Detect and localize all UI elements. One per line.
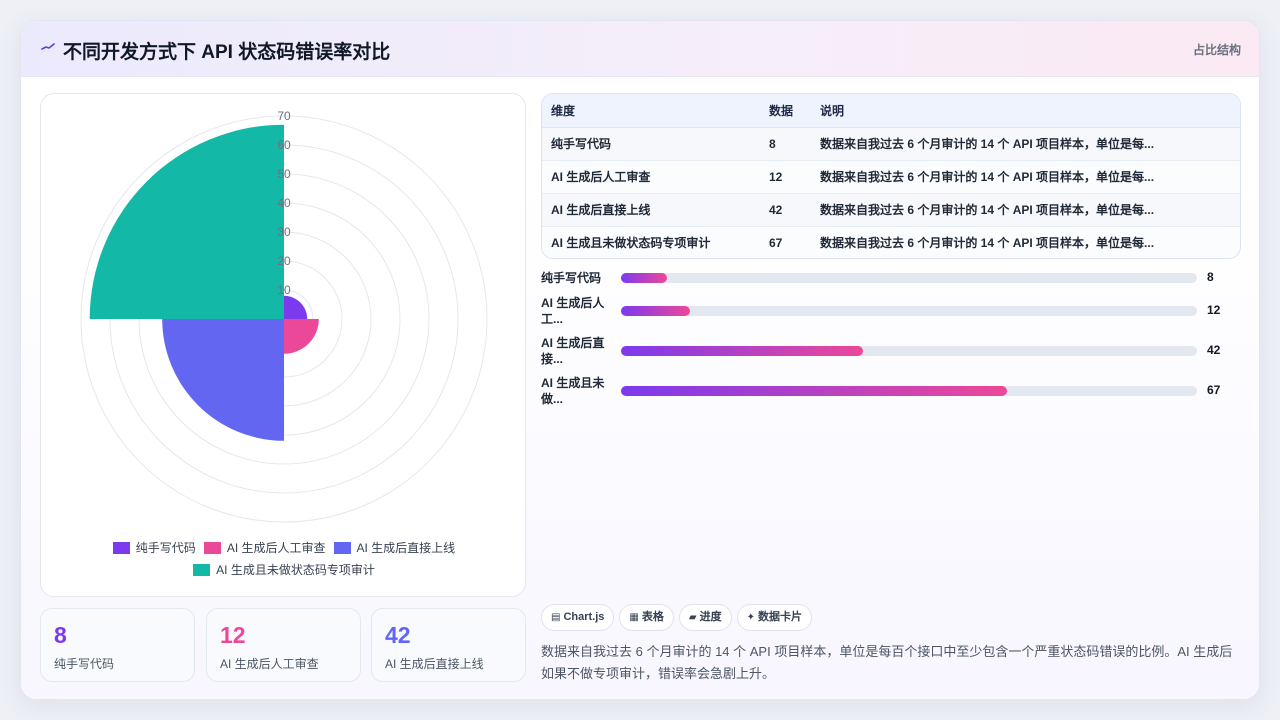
polar-area-chart[interactable]: 10 20 30 40 50 60 70 xyxy=(41,94,527,534)
legend-item[interactable]: AI 生成且未做状态码专项审计 xyxy=(193,559,375,581)
polar-slice[interactable] xyxy=(284,295,308,319)
table-header-value: 数据 xyxy=(760,94,811,128)
tick-label: 10 xyxy=(277,283,291,297)
legend-row: AI 生成且未做状态码专项审计 xyxy=(41,559,527,581)
progress-label: 纯手写代码 xyxy=(541,271,602,285)
tick-label: 60 xyxy=(277,138,291,152)
chip-progress[interactable]: ▰ 进度 xyxy=(678,604,732,631)
table-header-dimension: 维度 xyxy=(542,94,760,128)
legend-row: 纯手写代码 AI 生成后人工审查 AI 生成后直接上线 xyxy=(41,537,527,559)
progress-track xyxy=(621,386,1197,396)
table-cell-value: 42 xyxy=(760,193,811,227)
stat-label: AI 生成后人工审查 xyxy=(220,657,319,671)
table-cell-description: 数据来自我过去 6 个月审计的 14 个 API 项目样本，单位是每... xyxy=(811,160,1240,194)
progress-label: AI 生成后直接... xyxy=(541,336,605,366)
chip-label: Chart.js xyxy=(563,611,605,623)
chart-panel: 10 20 30 40 50 60 70 纯手写代码 AI 生成后人工审查 AI 生成后直接上线… xyxy=(40,93,526,597)
tick-label: 50 xyxy=(277,167,291,181)
header-tag: 占比结构 xyxy=(1192,43,1241,57)
stat-card-ai-reviewed: 12 AI 生成后人工审查 xyxy=(206,608,361,682)
tick-label: 70 xyxy=(277,109,291,123)
view-toggle-chips: ▤ Chart.js ▦ 表格 ▰ 进度 ✦ 数据卡片 xyxy=(541,604,817,632)
table-cell-description: 数据来自我过去 6 个月审计的 14 个 API 项目样本，单位是每... xyxy=(811,193,1240,227)
header: 不同开发方式下 API 状态码错误率对比 占比结构 xyxy=(21,21,1259,77)
table-cell-dimension: AI 生成且未做状态码专项审计 xyxy=(542,226,760,258)
progress-fill xyxy=(621,346,863,356)
table-cell-value: 67 xyxy=(760,226,811,258)
legend-label: AI 生成且未做状态码专项审计 xyxy=(216,563,375,577)
stat-card-ai-direct: 42 AI 生成后直接上线 xyxy=(371,608,526,682)
chart-icon: ▤ xyxy=(551,612,561,623)
table-cell-value: 8 xyxy=(760,127,811,161)
table-cell-dimension: 纯手写代码 xyxy=(542,127,760,161)
chip-data-cards[interactable]: ✦ 数据卡片 xyxy=(736,604,812,631)
progress-label: AI 生成后人工... xyxy=(541,296,605,326)
table-row: 纯手写代码 8 数据来自我过去 6 个月审计的 14 个 API 项目样本，单位… xyxy=(542,127,1240,161)
progress-fill xyxy=(621,306,691,316)
page-title: 不同开发方式下 API 状态码错误率对比 xyxy=(63,42,391,63)
table-header-row: 维度 数据 说明 xyxy=(542,94,1240,128)
sparkle-icon: ✦ xyxy=(746,612,755,623)
table-cell-value: 12 xyxy=(760,160,811,194)
chart-legend: 纯手写代码 AI 生成后人工审查 AI 生成后直接上线 AI 生成且未做状态码专项审计 xyxy=(41,537,527,581)
stat-card-handwritten: 8 纯手写代码 xyxy=(40,608,195,682)
legend-swatch xyxy=(333,542,351,554)
progress-track xyxy=(621,346,1197,356)
progress-track xyxy=(621,306,1197,316)
legend-item[interactable]: AI 生成后人工审查 xyxy=(203,537,326,559)
polar-slice[interactable] xyxy=(89,124,284,319)
progress-label: AI 生成且未做... xyxy=(541,376,605,406)
legend-label: AI 生成后直接上线 xyxy=(356,541,456,555)
table-icon: ▦ xyxy=(629,612,639,623)
stat-value: 12 xyxy=(220,622,246,648)
table-cell-dimension: AI 生成后直接上线 xyxy=(542,193,760,227)
dashboard-card: 不同开发方式下 API 状态码错误率对比 占比结构 10 20 30 40 50 60 70… xyxy=(20,20,1260,700)
progress-fill xyxy=(621,273,668,283)
tick-label: 20 xyxy=(277,254,291,268)
stat-value: 8 xyxy=(54,622,67,648)
table-row: AI 生成且未做状态码专项审计 67 数据来自我过去 6 个月审计的 14 个 … xyxy=(542,226,1240,258)
progress-icon: ▰ xyxy=(688,612,697,623)
table-row: AI 生成后人工审查 12 数据来自我过去 6 个月审计的 14 个 API 项… xyxy=(542,160,1240,194)
legend-swatch xyxy=(112,542,130,554)
legend-swatch xyxy=(203,542,221,554)
data-table: 维度 数据 说明 纯手写代码 8 数据来自我过去 6 个月审计的 14 个 AP… xyxy=(541,93,1241,259)
stat-label: 纯手写代码 xyxy=(54,657,115,671)
progress-value: 12 xyxy=(1207,303,1221,317)
legend-item[interactable]: 纯手写代码 xyxy=(112,537,196,559)
stat-label: AI 生成后直接上线 xyxy=(385,657,484,671)
table-header-description: 说明 xyxy=(811,94,1240,128)
tick-label: 30 xyxy=(277,225,291,239)
tick-label: 40 xyxy=(277,196,291,210)
stat-value: 42 xyxy=(385,622,411,648)
chip-label: 数据卡片 xyxy=(757,611,802,623)
legend-label: 纯手写代码 xyxy=(135,541,196,555)
legend-label: AI 生成后人工审查 xyxy=(226,541,326,555)
progress-value: 67 xyxy=(1207,383,1221,397)
chip-table[interactable]: ▦ 表格 xyxy=(619,604,674,631)
table-cell-dimension: AI 生成后人工审查 xyxy=(542,160,760,194)
polar-slice[interactable] xyxy=(284,319,319,354)
footer-note: 数据来自我过去 6 个月审计的 14 个 API 项目样本，单位是每百个接口中至… xyxy=(541,644,1233,681)
table-row: AI 生成后直接上线 42 数据来自我过去 6 个月审计的 14 个 API 项… xyxy=(542,193,1240,227)
sparkline-icon xyxy=(41,43,55,50)
progress-fill xyxy=(621,386,1007,396)
polar-slice[interactable] xyxy=(162,319,284,441)
progress-value: 42 xyxy=(1207,343,1221,357)
progress-value: 8 xyxy=(1207,270,1214,284)
table-cell-description: 数据来自我过去 6 个月审计的 14 个 API 项目样本，单位是每... xyxy=(811,127,1240,161)
chip-chartjs[interactable]: ▤ Chart.js xyxy=(541,604,615,631)
progress-list: 纯手写代码 8 AI 生成后人工... 12 AI 生成后直接... 42 AI… xyxy=(541,267,1241,417)
chip-label: 表格 xyxy=(641,611,664,623)
legend-swatch xyxy=(193,564,211,576)
table-cell-description: 数据来自我过去 6 个月审计的 14 个 API 项目样本，单位是每... xyxy=(811,226,1240,258)
progress-track xyxy=(621,273,1197,283)
legend-item[interactable]: AI 生成后直接上线 xyxy=(333,537,456,559)
chip-label: 进度 xyxy=(699,611,722,623)
